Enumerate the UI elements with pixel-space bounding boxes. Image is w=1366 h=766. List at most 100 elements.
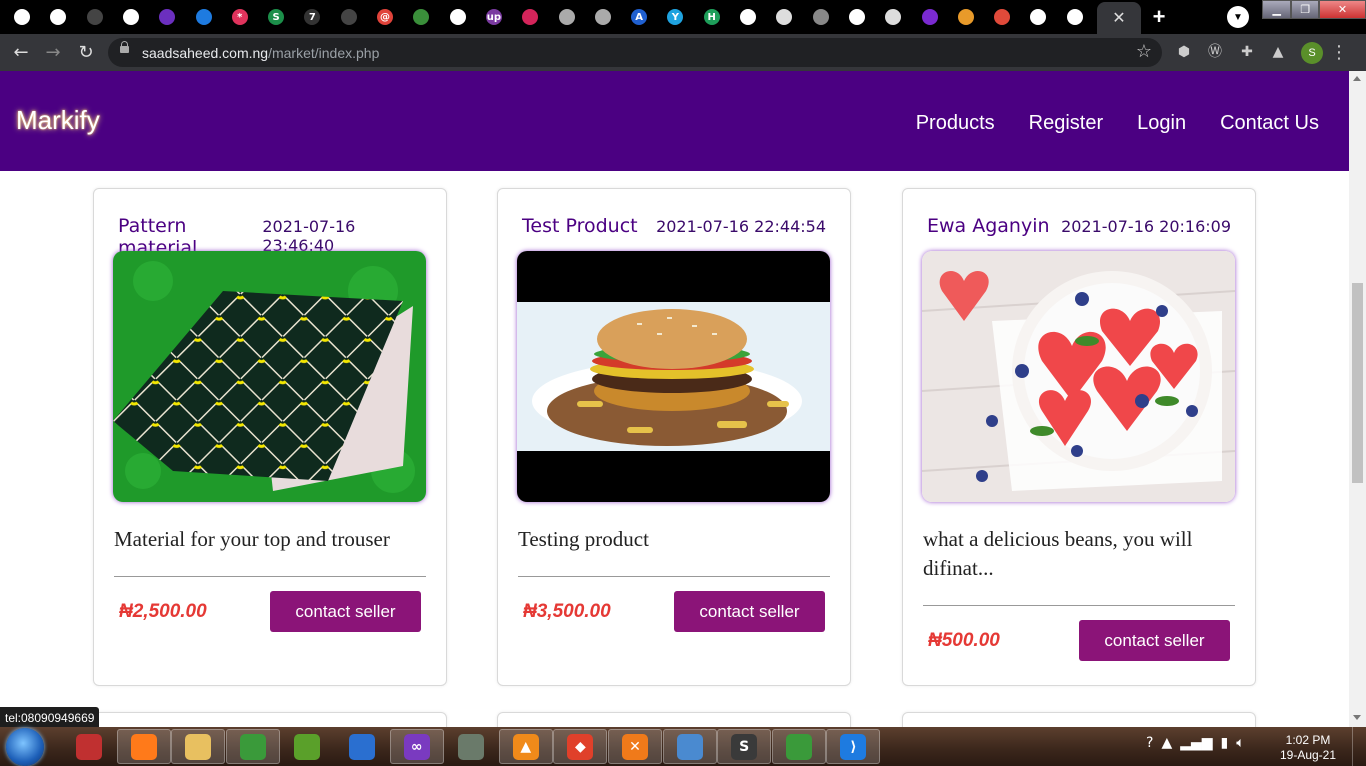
reload-button[interactable]: ↻ [75, 42, 97, 64]
taskbar-app[interactable] [116, 729, 171, 764]
taskbar-app[interactable] [771, 729, 826, 764]
help-icon[interactable]: ? [1146, 735, 1153, 751]
tray-expand-icon[interactable]: ▲ [1161, 735, 1172, 751]
arrow-right-icon: → [45, 42, 61, 63]
tab-search-button[interactable]: ▼ [1227, 6, 1249, 28]
globe-icon [122, 9, 139, 25]
start-button[interactable] [6, 728, 44, 766]
browser-tab[interactable] [843, 4, 871, 30]
close-window-button[interactable]: ✕ [1318, 0, 1366, 19]
nav-products[interactable]: Products [916, 112, 995, 135]
puzzle-extensions-icon[interactable]: ✚ [1238, 43, 1256, 61]
udemy-icon [957, 9, 974, 25]
file-explorer-icon [185, 733, 212, 760]
browser-tab[interactable] [807, 4, 835, 30]
forward-button[interactable]: → [42, 42, 64, 64]
browser-tab[interactable] [153, 4, 181, 30]
taskbar-app[interactable] [62, 729, 116, 764]
product-image[interactable] [517, 251, 830, 502]
browser-tab[interactable] [879, 4, 907, 30]
nav-register[interactable]: Register [1029, 112, 1103, 135]
address-bar[interactable]: saadsaheed.com.ng/market/index.php ☆ [108, 38, 1162, 67]
close-tab-icon[interactable]: ✕ [1112, 8, 1125, 28]
browser-tab[interactable] [988, 4, 1016, 30]
flask-icon[interactable]: ▲ [1269, 43, 1287, 61]
taskbar-app[interactable] [444, 729, 498, 764]
contact-seller-button[interactable]: contact seller [1079, 620, 1230, 661]
browser-tab[interactable] [916, 4, 944, 30]
battery-icon[interactable]: ▮ [1221, 735, 1229, 751]
signal-icon[interactable]: ▂▄▆ [1180, 735, 1212, 751]
browser-tab[interactable] [516, 4, 544, 30]
browser-tab[interactable] [444, 4, 472, 30]
browser-tab[interactable] [44, 4, 72, 30]
arrow-left-icon: ← [13, 42, 29, 63]
browser-tab[interactable] [8, 4, 36, 30]
taskbar-app[interactable] [171, 729, 226, 764]
card-header: Ewa Aganyin 2021-07-16 20:16:09 [927, 215, 1231, 237]
site-logo[interactable]: Markify [16, 105, 100, 136]
product-image[interactable] [113, 251, 426, 502]
dev-icon [159, 9, 176, 25]
browser-tab[interactable] [1061, 4, 1089, 30]
taskbar-app[interactable]: ⟩ [826, 729, 881, 764]
taskbar-app[interactable]: ▲ [498, 729, 553, 764]
scroll-down-icon[interactable] [1353, 715, 1361, 720]
browser-tab[interactable]: * [226, 4, 254, 30]
browser-tab[interactable] [553, 4, 581, 30]
profile-avatar[interactable]: S [1301, 42, 1323, 64]
taskbar-app[interactable] [335, 729, 389, 764]
divider [923, 605, 1235, 606]
taskbar-clock[interactable]: 1:02 PM 19-Aug-21 [1278, 733, 1338, 763]
url-text[interactable]: saadsaheed.com.ng/market/index.php [142, 45, 379, 61]
minimize-button[interactable]: ▁ [1262, 0, 1292, 19]
new-tab-button[interactable]: + [1147, 6, 1171, 28]
browser-tab[interactable] [117, 4, 145, 30]
maximize-button[interactable]: ❐ [1291, 0, 1319, 19]
browser-tab[interactable]: S [262, 4, 290, 30]
nav-contact[interactable]: Contact Us [1220, 112, 1319, 135]
taskbar-app[interactable] [280, 729, 334, 764]
taskbar-app[interactable] [225, 729, 280, 764]
browser-tab[interactable]: @ [371, 4, 399, 30]
show-desktop-button[interactable] [1352, 727, 1366, 766]
browser-tab[interactable] [589, 4, 617, 30]
browser-tab[interactable]: Y [661, 4, 689, 30]
taskbar-app[interactable]: ◆ [553, 729, 608, 764]
back-button[interactable]: ← [10, 42, 32, 64]
virtualbox-icon [349, 733, 375, 760]
firefox-icon [130, 733, 157, 760]
contact-seller-button[interactable]: contact seller [270, 591, 421, 632]
cube-extension-icon[interactable]: ⬢ [1175, 43, 1193, 61]
taskbar-app[interactable]: ∞ [389, 729, 444, 764]
w-extension-icon[interactable]: Ⓦ [1206, 43, 1224, 61]
taskbar-app[interactable]: ✕ [608, 729, 662, 764]
nav-login[interactable]: Login [1137, 112, 1186, 135]
product-image[interactable] [922, 251, 1235, 502]
bookmark-star-icon[interactable]: ☆ [1136, 41, 1152, 62]
browser-tab[interactable] [1024, 4, 1052, 30]
browser-tab[interactable]: up [480, 4, 508, 30]
browser-tab[interactable] [952, 4, 980, 30]
taskbar-app[interactable] [662, 729, 717, 764]
browser-tab[interactable] [81, 4, 109, 30]
more-menu-icon[interactable]: ⋮ [1330, 42, 1348, 63]
browser-tab[interactable]: 7 [298, 4, 326, 30]
product-name[interactable]: Ewa Aganyin [927, 215, 1050, 237]
browser-tab[interactable] [335, 4, 363, 30]
browser-tab[interactable]: H [698, 4, 726, 30]
active-tab[interactable]: ✕ [1097, 2, 1141, 34]
browser-tab[interactable] [190, 4, 218, 30]
browser-tab[interactable] [407, 4, 435, 30]
browser-tab[interactable] [770, 4, 798, 30]
browser-tab[interactable]: A [625, 4, 653, 30]
contact-seller-button[interactable]: contact seller [674, 591, 825, 632]
scroll-up-icon[interactable] [1353, 76, 1361, 81]
photo-viewer-icon [676, 733, 703, 760]
browser-tab[interactable] [734, 4, 762, 30]
product-name[interactable]: Test Product [522, 215, 638, 237]
vertical-scrollbar[interactable] [1349, 71, 1366, 727]
scroll-thumb[interactable] [1352, 283, 1363, 483]
volume-icon[interactable]: 🔈︎ [1236, 735, 1244, 751]
taskbar-app[interactable]: S [717, 729, 772, 764]
